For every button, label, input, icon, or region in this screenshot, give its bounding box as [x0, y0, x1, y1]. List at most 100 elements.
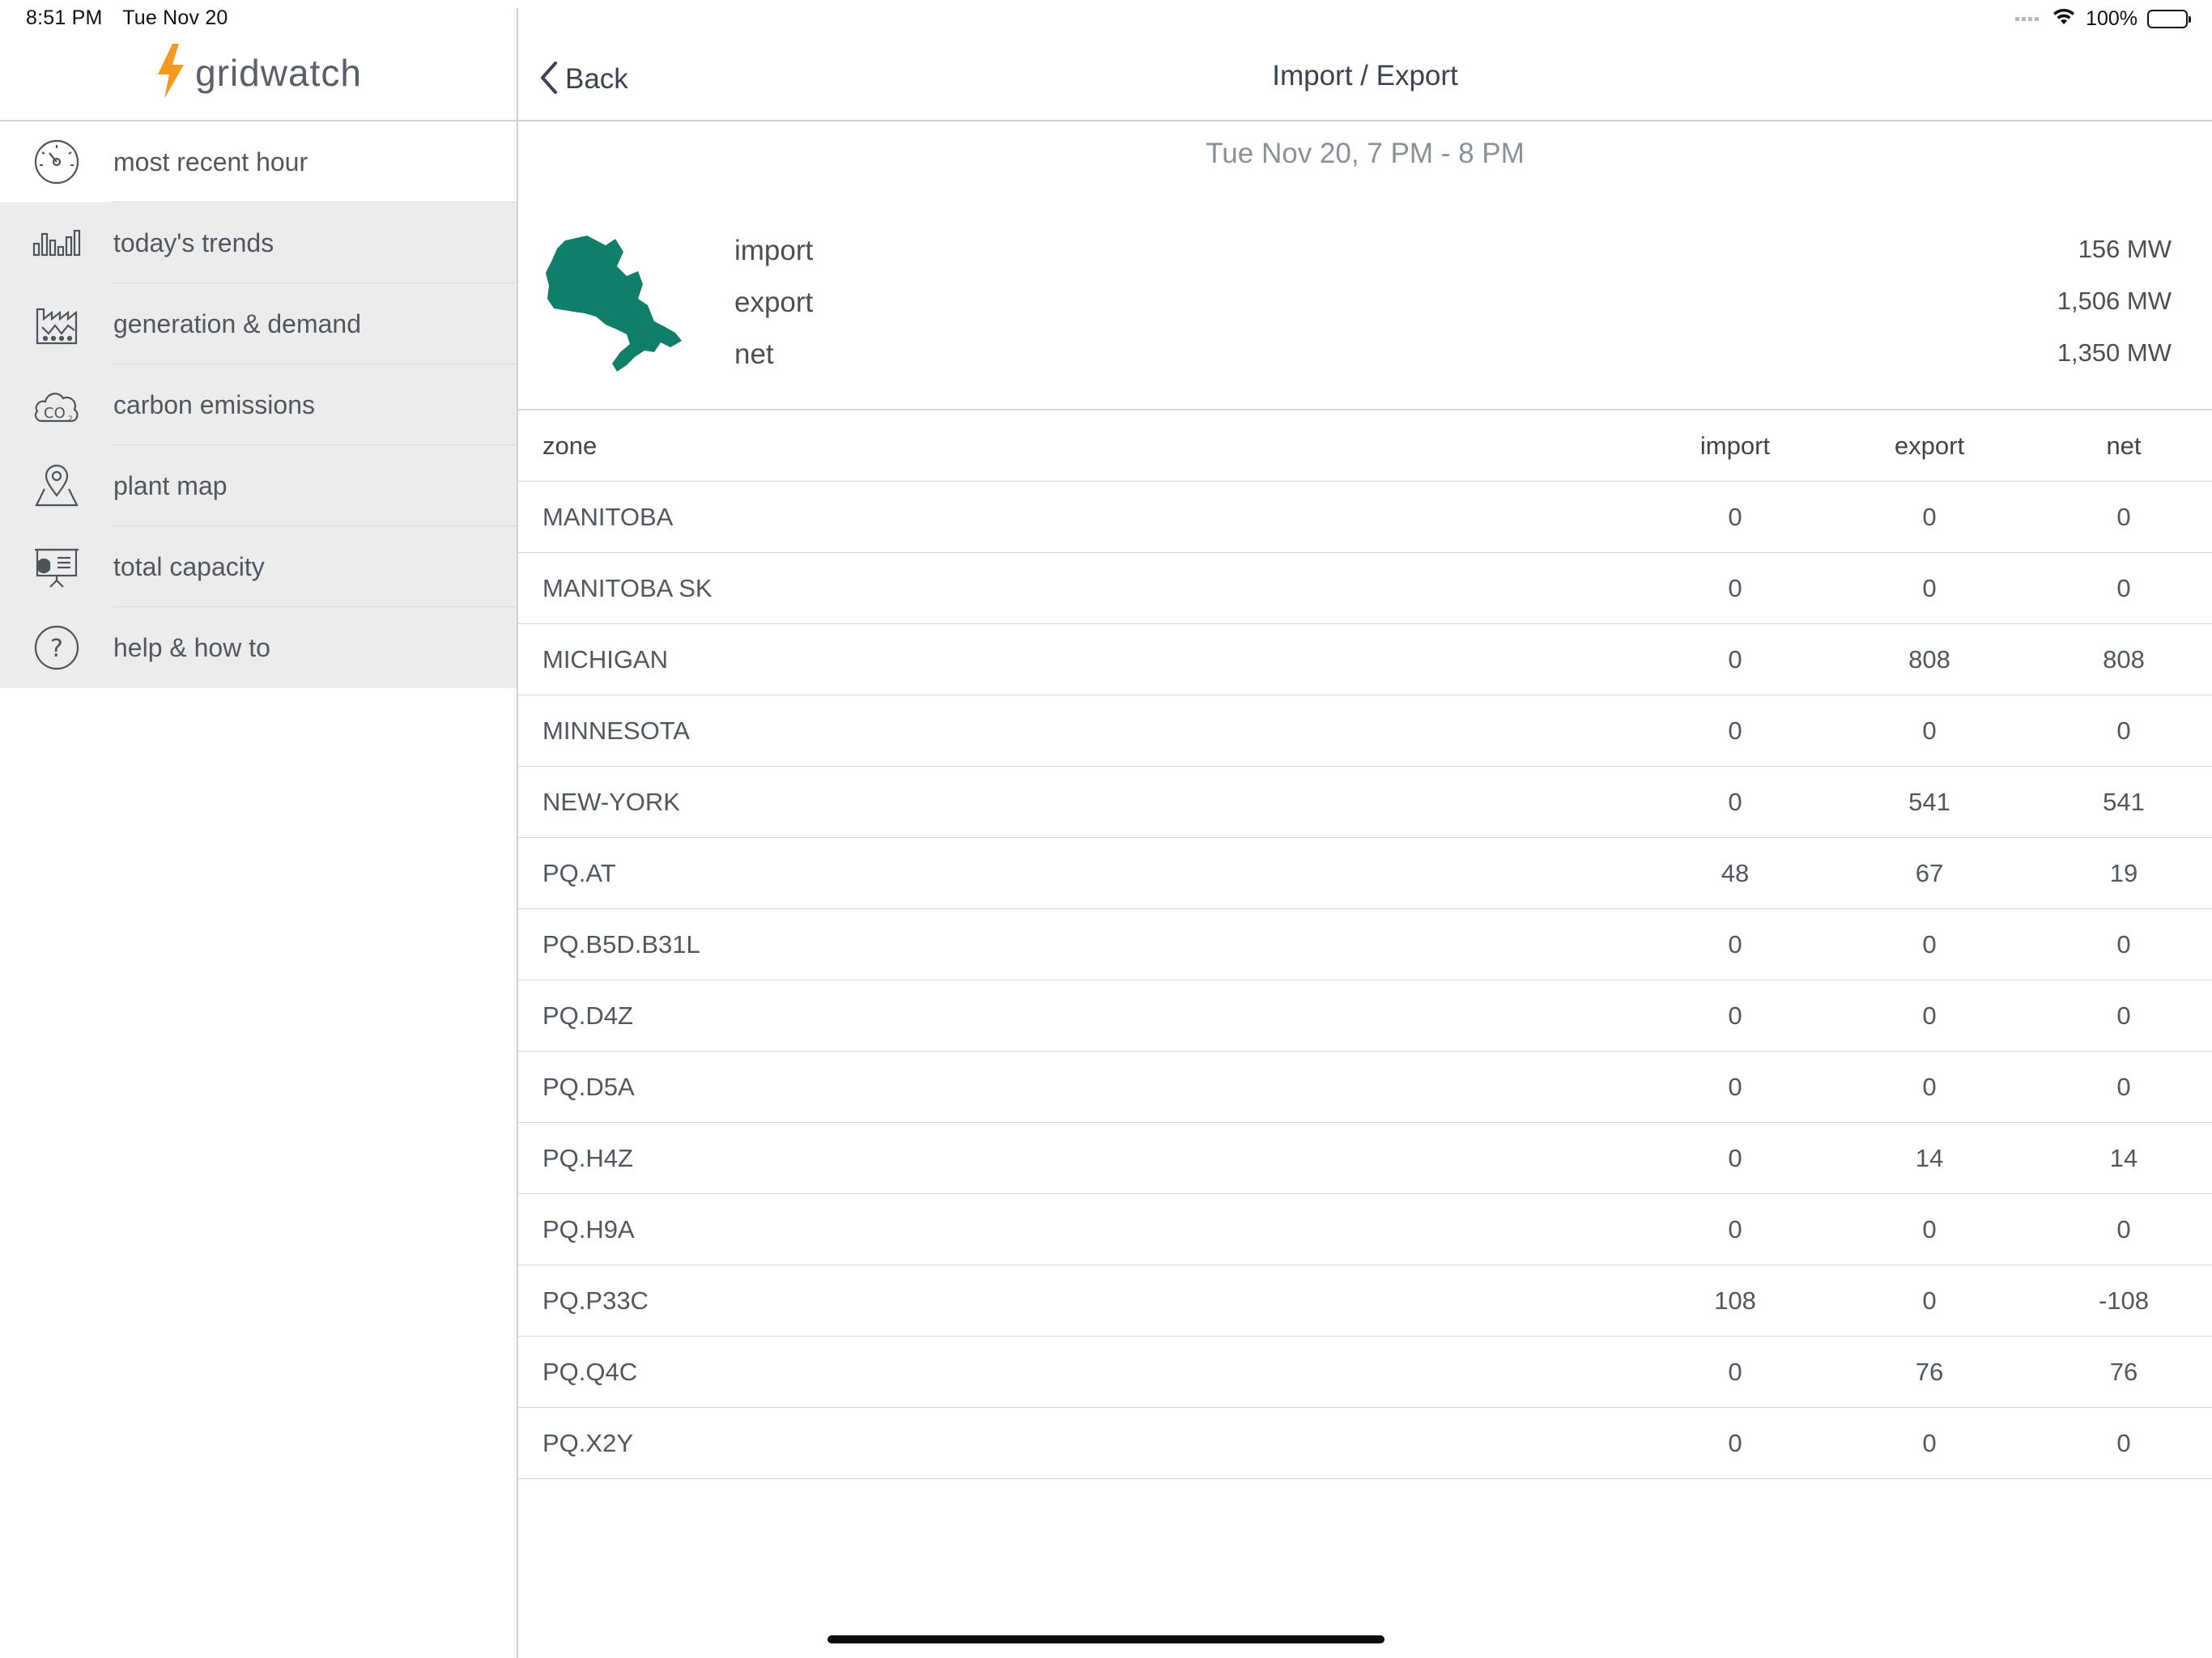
- zone-cell: PQ.H4Z: [542, 1143, 633, 1172]
- column-header-net: net: [2106, 431, 2142, 460]
- table-row: PQ.H9A 0 0 0: [518, 1194, 2212, 1265]
- zone-cell: PQ.D5A: [542, 1072, 635, 1101]
- zone-cell: MICHIGAN: [542, 644, 668, 674]
- table-row: MANITOBA SK 0 0 0: [518, 553, 2212, 624]
- sidebar-item-label: total capacity: [113, 551, 265, 581]
- import-cell: 0: [1728, 644, 1742, 674]
- import-cell: 0: [1728, 1072, 1742, 1101]
- table-row: PQ.Q4C 0 76 76: [518, 1337, 2212, 1408]
- co2-cloud-icon: CO 2: [31, 385, 83, 425]
- sidebar-item-generation-demand[interactable]: generation & demand: [0, 283, 517, 364]
- table-row: PQ.D5A 0 0 0: [518, 1052, 2212, 1123]
- zone-cell: MANITOBA SK: [542, 573, 713, 602]
- summary-export-row: export 1,506 MW: [734, 287, 2172, 327]
- export-cell: 0: [1922, 1001, 1937, 1030]
- table-header: zone import export net: [518, 410, 2212, 482]
- navbar-divider: [518, 120, 2212, 121]
- zone-cell: PQ.X2Y: [542, 1428, 633, 1457]
- net-cell: 0: [2116, 1214, 2131, 1244]
- table-row: PQ.D4Z 0 0 0: [518, 980, 2212, 1052]
- export-cell: 541: [1908, 787, 1950, 816]
- export-cell: 0: [1922, 1428, 1937, 1457]
- sidebar-item-total-capacity[interactable]: total capacity: [0, 526, 517, 607]
- brand-name: gridwatch: [195, 52, 362, 94]
- sidebar-item-label: plant map: [113, 470, 228, 500]
- export-cell: 67: [1915, 858, 1944, 887]
- presentation-icon: [31, 546, 83, 588]
- net-cell: 0: [2116, 1428, 2131, 1457]
- net-cell: 76: [2109, 1357, 2138, 1386]
- table-row: MANITOBA 0 0 0: [518, 482, 2212, 553]
- zone-cell: PQ.H9A: [542, 1214, 635, 1244]
- svg-text:?: ?: [50, 635, 63, 663]
- summary-net-label: net: [734, 338, 774, 370]
- sidebar-item-carbon-emissions[interactable]: CO 2 carbon emissions: [0, 364, 517, 445]
- summary-net-value: 1,350 MW: [2057, 338, 2172, 367]
- table-row: PQ.B5D.B31L 0 0 0: [518, 909, 2212, 980]
- status-date: Tue Nov 20: [122, 6, 228, 29]
- column-header-import: import: [1699, 431, 1771, 460]
- net-cell: -108: [2098, 1286, 2150, 1315]
- net-cell: 0: [2116, 716, 2131, 745]
- import-cell: 0: [1728, 1143, 1742, 1172]
- export-cell: 14: [1915, 1143, 1944, 1172]
- import-cell: 108: [1714, 1286, 1756, 1315]
- sidebar-item-help[interactable]: ? help & how to: [0, 607, 517, 688]
- table-row: PQ.H4Z 0 14 14: [518, 1123, 2212, 1194]
- sidebar-item-plant-map[interactable]: plant map: [0, 445, 517, 526]
- net-cell: 541: [2103, 787, 2145, 816]
- export-cell: 0: [1922, 716, 1937, 745]
- import-cell: 0: [1728, 929, 1742, 959]
- time-period: Tue Nov 20, 7 PM - 8 PM: [1206, 138, 1525, 169]
- svg-text:CO: CO: [44, 405, 66, 422]
- zone-cell: PQ.D4Z: [542, 1001, 633, 1030]
- export-cell: 0: [1922, 502, 1937, 531]
- summary-import-value: 156 MW: [2078, 235, 2172, 263]
- speedometer-icon: [31, 139, 83, 185]
- status-time: 8:51 PM: [26, 6, 103, 29]
- net-cell: 19: [2109, 858, 2138, 887]
- table-row: NEW-YORK 0 541 541: [518, 767, 2212, 838]
- map-pin-icon: [31, 465, 83, 507]
- zone-cell: PQ.B5D.B31L: [542, 929, 700, 959]
- net-cell: 808: [2103, 644, 2145, 674]
- import-cell: 0: [1728, 1357, 1742, 1386]
- export-cell: 0: [1922, 929, 1937, 959]
- table-row: PQ.X2Y 0 0 0: [518, 1408, 2212, 1479]
- import-cell: 0: [1728, 716, 1742, 745]
- net-cell: 0: [2116, 573, 2131, 602]
- status-bar-left: 8:51 PM Tue Nov 20: [26, 6, 243, 30]
- import-cell: 0: [1728, 573, 1742, 602]
- import-cell: 0: [1728, 787, 1742, 816]
- import-cell: 0: [1728, 1001, 1742, 1030]
- help-icon: ?: [31, 625, 83, 670]
- lightning-bolt-icon: [155, 43, 187, 103]
- zone-cell: MANITOBA: [542, 502, 674, 531]
- summary-export-value: 1,506 MW: [2057, 287, 2172, 315]
- export-cell: 76: [1915, 1357, 1944, 1386]
- export-cell: 0: [1922, 1286, 1937, 1315]
- net-cell: 14: [2109, 1143, 2138, 1172]
- summary-net-row: net 1,350 MW: [734, 338, 2172, 379]
- zone-cell: NEW-YORK: [542, 787, 680, 816]
- sidebar-item-label: help & how to: [113, 632, 270, 662]
- table-row: PQ.AT 48 67 19: [518, 838, 2212, 909]
- sidebar-item-todays-trends[interactable]: today's trends: [0, 202, 517, 283]
- table-row: PQ.P33C 108 0 -108: [518, 1265, 2212, 1337]
- bar-chart-icon: [31, 223, 83, 263]
- zone-cell: PQ.P33C: [542, 1286, 649, 1315]
- ipad-screen: gridwatch most recent hour today's trend…: [0, 0, 2212, 1658]
- column-header-export: export: [1894, 431, 1965, 460]
- ontario-map-icon: [542, 231, 688, 376]
- sidebar-item-label: most recent hour: [113, 147, 308, 176]
- navigation-bar: Back Import / Export: [518, 40, 2212, 120]
- sidebar-item-label: today's trends: [113, 227, 274, 257]
- home-indicator[interactable]: [827, 1635, 1385, 1643]
- sidebar-item-most-recent-hour[interactable]: most recent hour: [0, 121, 517, 202]
- sidebar-item-label: generation & demand: [113, 308, 361, 338]
- table-row: MICHIGAN 0 808 808: [518, 624, 2212, 695]
- brand-logo: gridwatch: [0, 40, 517, 105]
- export-cell: 808: [1908, 644, 1950, 674]
- import-cell: 0: [1728, 1214, 1742, 1244]
- sidebar: gridwatch most recent hour today's trend…: [0, 0, 517, 1658]
